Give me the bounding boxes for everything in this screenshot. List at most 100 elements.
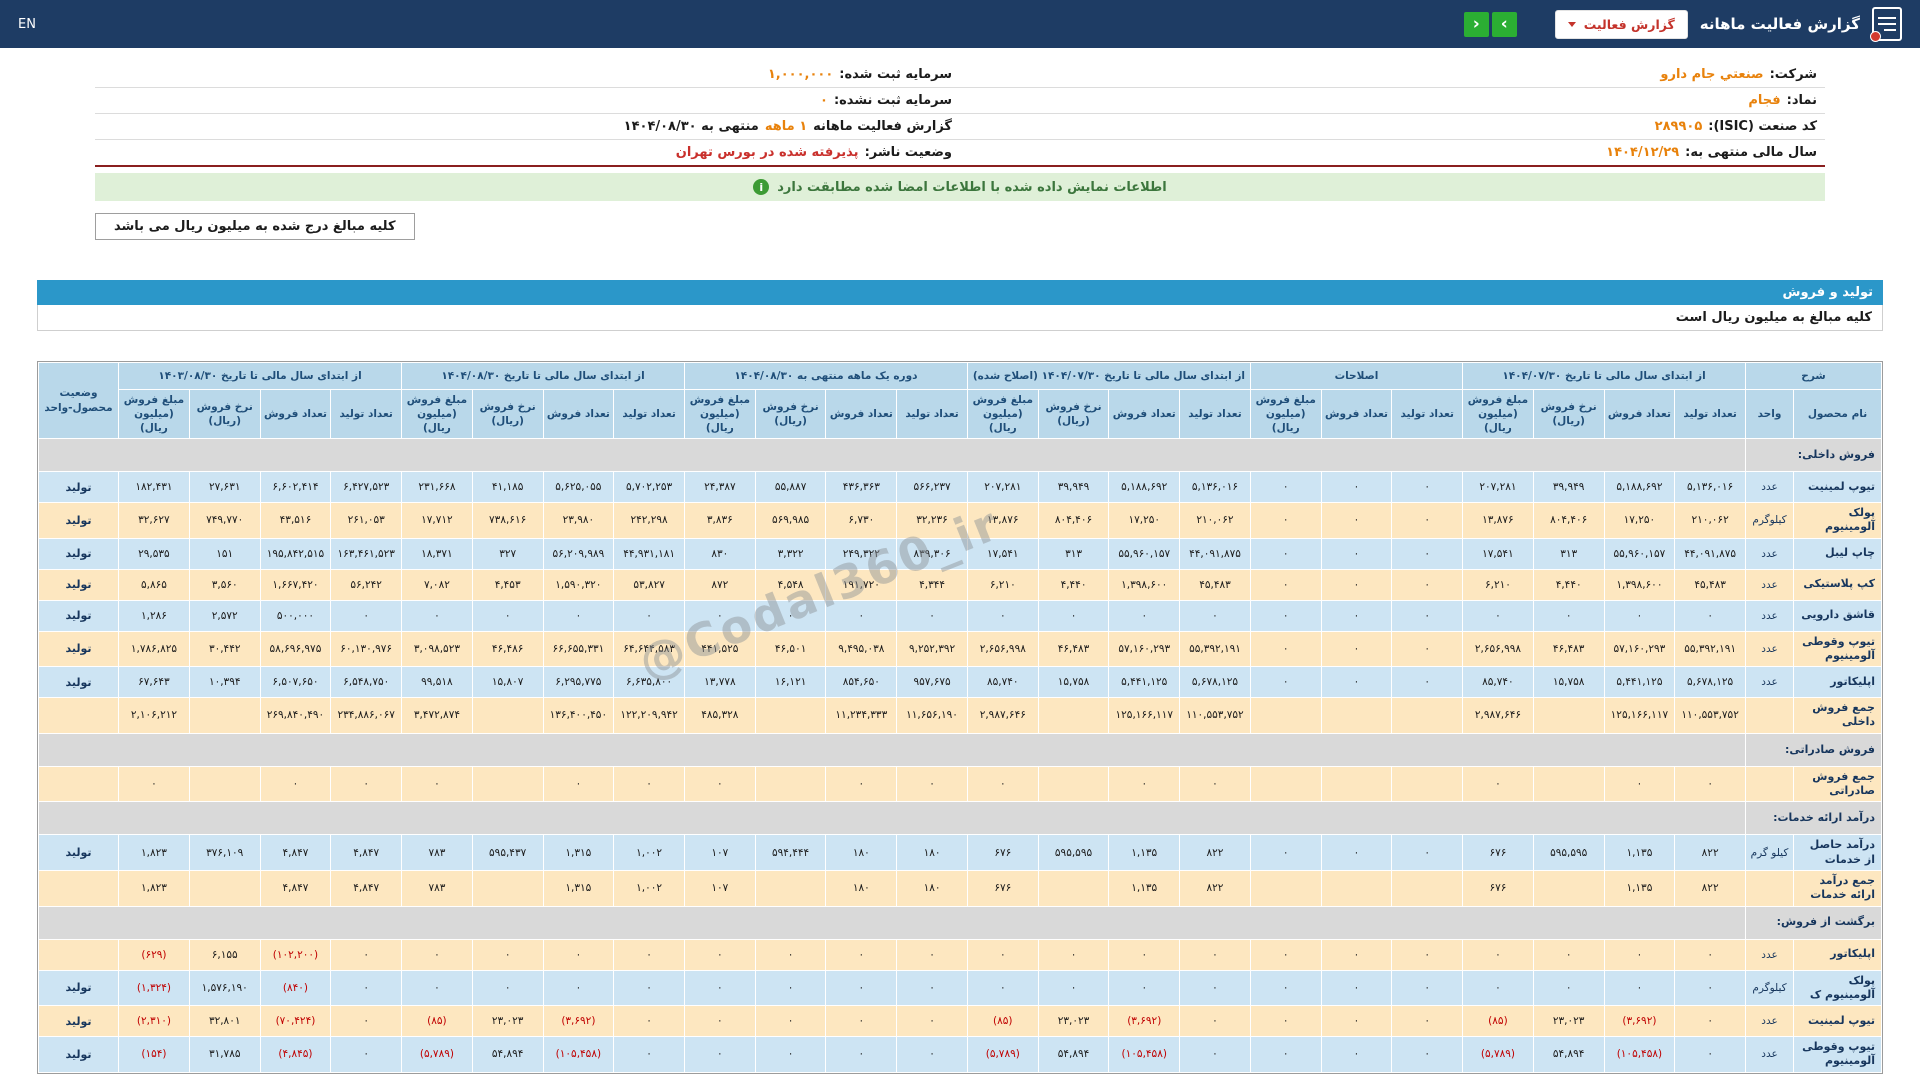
value-cell: ۰ xyxy=(896,765,968,803)
isic-label: کد صنعت (ISIC): xyxy=(1708,119,1817,134)
value-cell: ۳۱۳ xyxy=(1532,537,1605,570)
column-header: تعداد تولید xyxy=(1179,389,1251,439)
report-type-dropdown[interactable]: گزارش فعالیت xyxy=(1554,9,1688,39)
value-cell: ۰ xyxy=(401,969,473,1007)
symbol-label: نماد: xyxy=(1786,93,1817,108)
value-cell: ۱۷,۲۵۰ xyxy=(1108,502,1181,539)
report-icon xyxy=(1870,7,1902,42)
value-cell: ۱,۳۱۵ xyxy=(542,869,615,907)
table-row: تیوپ لمینیت عدد ۰ (۳,۶۹۲) ۲۳,۰۲۳ (۸۵) ۰ ۰ ۰ ۰ (۳,۶… xyxy=(38,1005,1882,1038)
section-row: فروش داخلی: xyxy=(38,438,1882,472)
value-cell: ۰ xyxy=(1249,834,1322,871)
value-cell: ۸۳۹,۳۰۶ xyxy=(896,537,968,570)
value-cell: ۲۳۱,۶۶۸ xyxy=(401,471,473,503)
value-cell: ۸۰۴,۴۰۶ xyxy=(1532,502,1605,539)
status-cell: تولید xyxy=(38,502,119,539)
value-cell: ۱,۳۹۸,۶۰۰ xyxy=(1108,568,1181,601)
value-cell: ۰ xyxy=(1108,599,1181,632)
status-cell: تولید xyxy=(38,834,119,871)
value-cell: ۶,۴۲۷,۵۲۳ xyxy=(330,471,403,503)
value-cell: ۱,۱۳۵ xyxy=(1108,834,1181,871)
value-cell: ۱۳,۸۷۶ xyxy=(966,502,1039,539)
language-toggle[interactable]: EN xyxy=(18,17,36,32)
column-header: تعداد فروش xyxy=(542,389,615,439)
value-cell: ۵,۱۸۸,۶۹۲ xyxy=(1108,471,1181,503)
unit-cell: کیلو گرم xyxy=(1745,834,1794,871)
value-cell: ۲۴,۳۸۷ xyxy=(683,471,756,503)
value-cell: ۲۴۲,۲۹۸ xyxy=(613,502,685,539)
value-cell: ۰ xyxy=(1249,630,1322,668)
value-cell: ۰ xyxy=(330,765,403,803)
value-cell: ۰ xyxy=(1249,568,1322,601)
value-cell: ۹,۴۹۵,۰۳۸ xyxy=(825,630,898,668)
previous-report-button[interactable]: ‹ xyxy=(1463,11,1489,37)
status-cell: تولید xyxy=(38,630,119,668)
value-cell: ۰ xyxy=(896,938,968,971)
value-cell: ۰ xyxy=(1391,537,1464,570)
value-cell: ۶,۵۰۷,۶۵۰ xyxy=(259,666,332,699)
value-cell: ۰ xyxy=(825,969,898,1007)
value-cell: ۰ xyxy=(1179,938,1251,971)
value-cell: ۲۹,۵۳۵ xyxy=(118,537,190,570)
status-cell xyxy=(38,869,119,907)
symbol-value: فجام xyxy=(1748,93,1781,108)
value-cell xyxy=(1037,765,1110,803)
value-cell: ۱,۵۷۶,۱۹۰ xyxy=(188,969,261,1007)
value-cell: ۰ xyxy=(1179,969,1251,1007)
value-cell: ۰ xyxy=(1179,765,1251,803)
value-cell: ۹۵۷,۶۷۵ xyxy=(896,666,968,699)
value-cell: ۵۶,۲۰۹,۹۸۹ xyxy=(542,537,615,570)
value-cell: (۲,۳۱۰) xyxy=(118,1005,190,1038)
value-cell: ۰ xyxy=(1391,834,1464,871)
unit-cell xyxy=(1745,765,1794,803)
value-cell: ۵,۶۲۵,۰۵۵ xyxy=(542,471,615,503)
value-cell: ۳۷۶,۱۰۹ xyxy=(188,834,261,871)
value-cell: ۰ xyxy=(966,969,1039,1007)
value-cell: ۰ xyxy=(896,969,968,1007)
value-cell: ۲,۹۸۷,۶۴۶ xyxy=(1462,697,1534,734)
value-cell: ۷,۰۸۲ xyxy=(401,568,473,601)
column-group-header: از ابتدای سال مالی تا تاریخ ۱۴۰۳/۰۸/۳۰ xyxy=(117,362,403,390)
value-cell: ۰ xyxy=(1179,1005,1251,1038)
value-cell: ۰ xyxy=(1320,630,1393,668)
product-name-cell: قاشق دارویی xyxy=(1793,599,1882,632)
value-cell: ۴,۴۴۰ xyxy=(1037,568,1110,601)
value-cell: ۶۷۶ xyxy=(966,869,1039,907)
total-row: جمع فروش صادراتی ۰ ۰ ۰ ۰ ۰ ۰ ۰ ۰ ۰ ۰ ۰ ۰ ۰ ۰ ۰ xyxy=(38,765,1882,803)
value-cell: ۱۳,۸۷۶ xyxy=(1462,502,1534,539)
table-row: درآمد حاصل از خدمات کیلو گرم ۸۲۲ ۱,۱۳۵ ۵۹۵,۵… xyxy=(38,834,1882,871)
value-cell: ۰ xyxy=(1462,938,1534,971)
column-group-header: اصلاحات xyxy=(1249,362,1464,390)
value-cell: (۵,۷۸۹) xyxy=(966,1036,1039,1073)
value-cell: ۰ xyxy=(1320,969,1393,1007)
table-row: پولک آلومینیوم کیلوگرم ۲۱۰,۰۶۲ ۱۷,۲۵۰ ۸۰۴,۴۰… xyxy=(38,502,1882,539)
section-row: برگشت از فروش: xyxy=(38,905,1882,940)
value-cell: (۸۵) xyxy=(1462,1005,1534,1038)
company-label: شرکت: xyxy=(1769,67,1817,82)
value-cell: ۰ xyxy=(401,599,473,632)
info-icon: i xyxy=(753,179,770,195)
value-cell xyxy=(1037,697,1110,734)
section-filler-cell xyxy=(38,801,1746,836)
status-cell: تولید xyxy=(38,1005,119,1038)
status-cell xyxy=(38,938,119,971)
value-cell: (۸۵) xyxy=(401,1005,473,1038)
value-cell: ۰ xyxy=(471,969,544,1007)
unit-cell: عدد xyxy=(1745,1005,1794,1038)
value-cell: ۴۳,۵۱۶ xyxy=(259,502,332,539)
value-cell: ۰ xyxy=(1391,938,1464,971)
next-report-button[interactable]: › xyxy=(1491,11,1517,37)
value-cell: ۴۵,۴۸۳ xyxy=(1674,568,1746,601)
value-cell: ۱۳,۷۷۸ xyxy=(683,666,756,699)
product-name-cell: تیوپ لمینیت xyxy=(1793,1005,1882,1038)
value-cell: ۴,۴۵۳ xyxy=(471,568,544,601)
value-cell: ۲۳,۹۸۰ xyxy=(542,502,615,539)
value-cell: ۶۶,۶۵۵,۳۳۱ xyxy=(542,630,615,668)
section-title-cell: فروش داخلی: xyxy=(1745,438,1882,472)
value-cell: ۵,۸۶۵ xyxy=(118,568,190,601)
column-header: نرخ فروش (ریال) xyxy=(188,389,261,439)
fiscal-year-field: سال مالی منتهی به: ۱۴۰۴/۱۲/۲۹ xyxy=(960,143,1825,162)
value-cell: ۰ xyxy=(1391,471,1464,503)
value-cell: ۱۸۰ xyxy=(825,834,898,871)
value-cell: ۱,۳۹۸,۶۰۰ xyxy=(1603,568,1676,601)
